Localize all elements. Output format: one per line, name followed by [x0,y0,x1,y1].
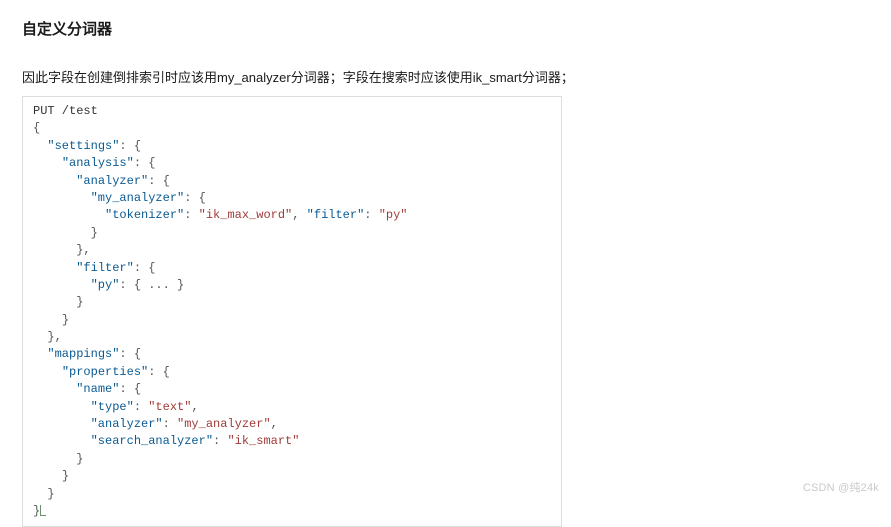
description-text: 因此字段在创建倒排索引时应该用my_analyzer分词器；字段在搜索时应该使用… [22,67,869,86]
code-key: "properties" [62,365,148,379]
code-key: "my_analyzer" [91,191,185,205]
code-value: "my_analyzer" [177,417,271,431]
code-key: "search_analyzer" [91,434,213,448]
code-value: "ik_max_word" [199,208,293,222]
code-key: "analysis" [62,156,134,170]
code-key: "type" [91,400,134,414]
section-heading: 自定义分词器 [22,18,869,39]
code-key: "py" [91,278,120,292]
code-key: "mappings" [47,347,119,361]
code-key: "analyzer" [76,174,148,188]
code-key: "filter" [76,261,134,275]
code-line: PUT /test [33,104,98,118]
code-key: "tokenizer" [105,208,184,222]
code-value: "py" [379,208,408,222]
code-block: PUT /test { "settings": { "analysis": { … [22,96,562,527]
text-cursor-icon [40,505,46,516]
watermark-text: CSDN @纯24k [803,479,879,495]
code-key: "filter" [307,208,365,222]
code-key: "analyzer" [91,417,163,431]
code-value: "text" [148,400,191,414]
code-value: "ik_smart" [227,434,299,448]
code-key: "settings" [47,139,119,153]
code-value: { ... } [134,278,184,292]
code-key: "name" [76,382,119,396]
